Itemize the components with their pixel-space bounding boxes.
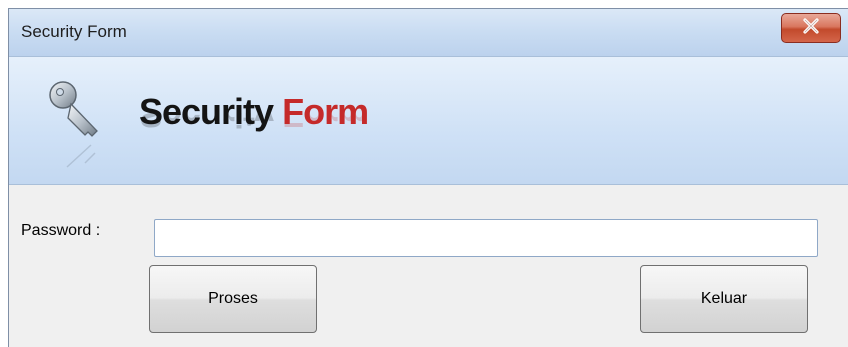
window-title: Security Form <box>21 22 127 41</box>
banner-reflection-word1: Security <box>139 113 273 133</box>
title-bar[interactable]: Security Form <box>9 9 848 57</box>
security-form-window: Security Form Security Form Password: P… <box>8 8 848 347</box>
password-input[interactable] <box>154 219 818 257</box>
password-label: Password : <box>21 222 101 239</box>
close-icon <box>802 17 820 39</box>
proses-button[interactable]: Proses <box>149 265 317 333</box>
header-banner: Security Form Security Form <box>9 57 848 185</box>
keluar-button[interactable]: Keluar <box>640 265 808 333</box>
key-icon <box>45 79 109 176</box>
banner-reflection-word2: Form <box>282 113 368 133</box>
banner-title-reflection: Security Form <box>139 113 368 133</box>
close-button[interactable] <box>781 13 841 43</box>
